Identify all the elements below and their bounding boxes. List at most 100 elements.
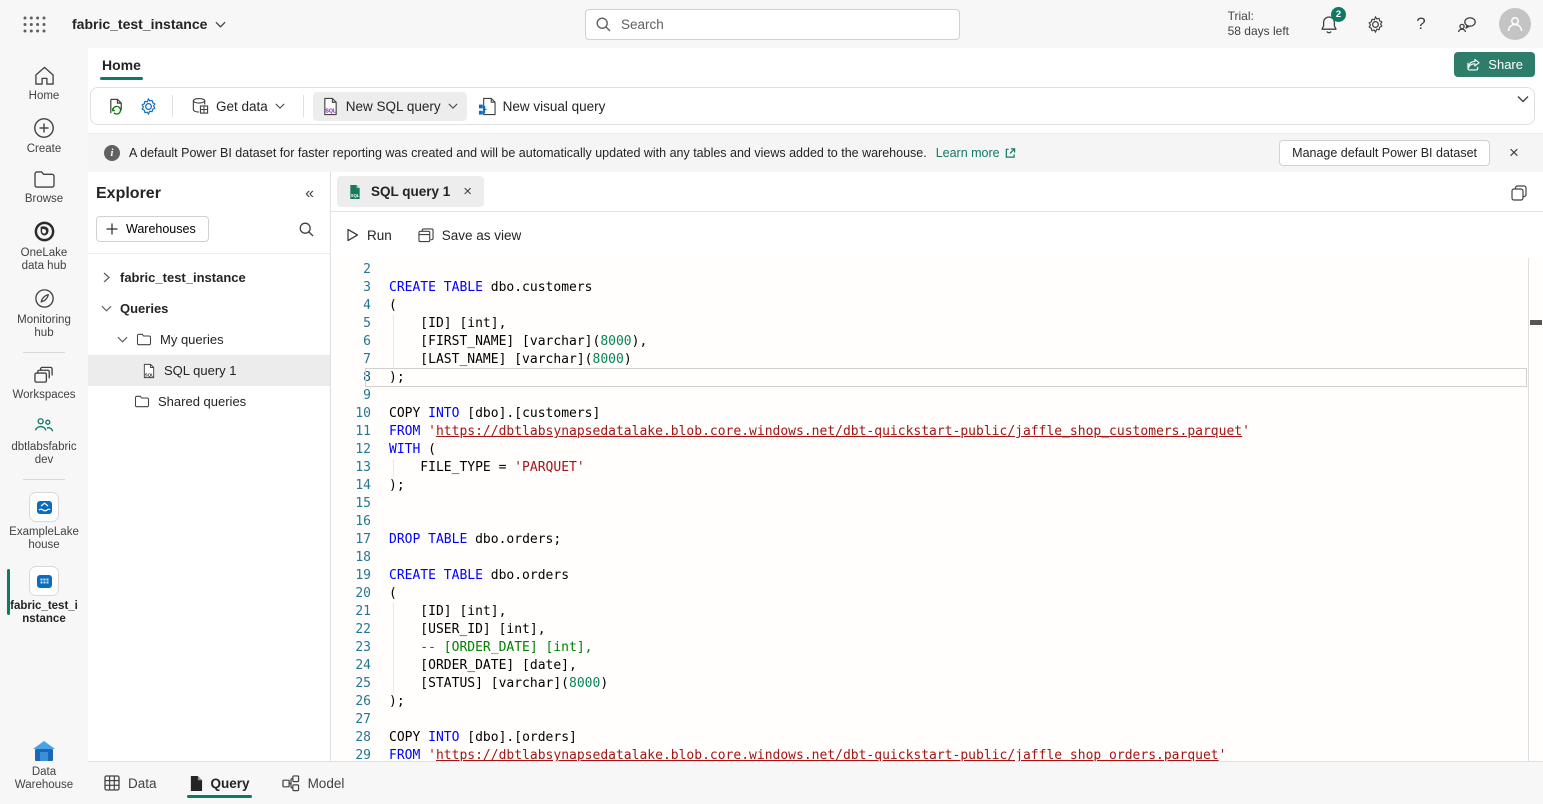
tree-item-warehouse-root[interactable]: fabric_test_instance	[88, 262, 330, 293]
search-input[interactable]	[619, 16, 949, 33]
code-line[interactable]: 15	[331, 495, 1543, 513]
code-line[interactable]: 26);	[331, 693, 1543, 711]
code-line[interactable]: 5 [ID] [int],	[331, 315, 1543, 333]
workspace-area: Explorer « Warehouses fabric_test_in	[88, 172, 1543, 762]
sql-code-editor[interactable]: 23CREATE TABLE dbo.customers4(5 [ID] [in…	[331, 258, 1543, 761]
scrollbar-thumb[interactable]	[1530, 320, 1542, 325]
query-tab-bar: SQL SQL query 1 ×	[331, 172, 1543, 212]
plus-icon	[106, 223, 118, 235]
nav-item-fabric-test-instance[interactable]: fabric_test_instance	[0, 559, 88, 633]
code-line[interactable]: 8);	[331, 369, 1543, 387]
share-button[interactable]: Share	[1454, 52, 1535, 77]
code-line[interactable]: 28COPY INTO [dbo].[orders]	[331, 729, 1543, 747]
nav-data-warehouse[interactable]: Data Warehouse	[0, 733, 88, 804]
global-search[interactable]	[585, 9, 960, 40]
notifications-button[interactable]: 2	[1309, 4, 1349, 44]
ribbon-collapse-chevron[interactable]	[1517, 95, 1529, 103]
view-tab-query[interactable]: Query	[187, 762, 252, 804]
rail-divider	[23, 352, 65, 353]
get-data-button[interactable]: Get data	[182, 92, 294, 120]
code-line[interactable]: 11FROM 'https://dbtlabsynapsedatalake.bl…	[331, 423, 1543, 441]
code-line[interactable]: 2	[331, 261, 1543, 279]
code-line[interactable]: 22 [USER_ID] [int],	[331, 621, 1543, 639]
nav-create[interactable]: Create	[0, 110, 88, 163]
code-line[interactable]: 16	[331, 513, 1543, 531]
view-tab-data[interactable]: Data	[102, 762, 159, 804]
code-line[interactable]: 4(	[331, 297, 1543, 315]
code-line[interactable]: 24 [ORDER_DATE] [date],	[331, 657, 1543, 675]
code-line[interactable]: 25 [STATUS] [varchar](8000)	[331, 675, 1543, 693]
nav-workspace-dbtlabsfabricdev[interactable]: dbtlabsfabricdev	[0, 409, 88, 474]
explorer-panel: Explorer « Warehouses fabric_test_in	[88, 172, 331, 761]
tree-item-shared-queries[interactable]: Shared queries	[88, 386, 330, 417]
query-tab-sql-query-1[interactable]: SQL SQL query 1 ×	[337, 176, 484, 207]
explorer-title: Explorer	[96, 185, 161, 203]
new-sql-query-button[interactable]: SQL New SQL query	[313, 92, 467, 121]
line-number: 2	[331, 261, 371, 279]
new-visual-query-button[interactable]: New visual query	[469, 92, 615, 121]
manage-default-dataset-button[interactable]: Manage default Power BI dataset	[1279, 140, 1490, 166]
editor-scrollbar[interactable]	[1528, 258, 1543, 761]
code-line[interactable]: 19CREATE TABLE dbo.orders	[331, 567, 1543, 585]
code-line[interactable]: 20(	[331, 585, 1543, 603]
line-number: 8	[331, 369, 371, 387]
folder-icon	[134, 395, 150, 408]
refresh-dataset-button[interactable]	[101, 92, 131, 120]
line-number: 12	[331, 441, 371, 459]
nav-workspaces[interactable]: Workspaces	[0, 358, 88, 409]
code-line[interactable]: 14);	[331, 477, 1543, 495]
play-icon	[346, 228, 359, 242]
banner-close-icon[interactable]: ×	[1499, 138, 1529, 168]
warehouse-settings-button[interactable]	[133, 92, 163, 120]
nav-monitoring-hub[interactable]: Monitoring hub	[0, 280, 88, 347]
settings-button[interactable]	[1355, 4, 1395, 44]
collapse-panel-icon[interactable]: «	[299, 185, 320, 203]
compass-icon	[33, 287, 56, 310]
close-tab-icon[interactable]: ×	[459, 181, 476, 202]
warehouse-tile	[29, 566, 59, 596]
nav-item-examplelakehouse[interactable]: ExampleLakehouse	[0, 485, 88, 559]
view-tab-model[interactable]: Model	[280, 762, 347, 804]
line-number: 6	[331, 333, 371, 351]
notification-badge: 2	[1331, 7, 1346, 22]
code-line[interactable]: 23 -- [ORDER_DATE] [int],	[331, 639, 1543, 657]
search-icon	[596, 17, 611, 32]
add-warehouses-button[interactable]: Warehouses	[96, 216, 209, 242]
feedback-button[interactable]	[1447, 4, 1487, 44]
code-line[interactable]: 13 FILE_TYPE = 'PARQUET'	[331, 459, 1543, 477]
code-line[interactable]: 3CREATE TABLE dbo.customers	[331, 279, 1543, 297]
code-line[interactable]: 29FROM 'https://dbtlabsynapsedatalake.bl…	[331, 747, 1543, 761]
copy-icon[interactable]	[1505, 180, 1533, 206]
nav-onelake-data-hub[interactable]: OneLake data hub	[0, 213, 88, 280]
code-line[interactable]: 17DROP TABLE dbo.orders;	[331, 531, 1543, 549]
tree-item-my-queries[interactable]: My queries	[88, 324, 330, 355]
account-avatar[interactable]	[1499, 8, 1531, 40]
code-line[interactable]: 6 [FIRST_NAME] [varchar](8000),	[331, 333, 1543, 351]
svg-text:SQL: SQL	[351, 193, 360, 198]
nav-home[interactable]: Home	[0, 58, 88, 110]
help-button[interactable]: ?	[1401, 4, 1441, 44]
code-line[interactable]: 12WITH (	[331, 441, 1543, 459]
rail-divider	[23, 479, 65, 480]
code-line[interactable]: 9	[331, 387, 1543, 405]
workspace-switcher[interactable]: fabric_test_instance	[72, 16, 226, 32]
save-as-view-button[interactable]: Save as view	[418, 228, 522, 243]
chevron-down-icon	[215, 21, 226, 28]
external-link-icon	[1004, 147, 1016, 159]
code-line[interactable]: 7 [LAST_NAME] [varchar](8000)	[331, 351, 1543, 369]
run-button[interactable]: Run	[346, 228, 392, 243]
onelake-icon	[33, 220, 56, 243]
learn-more-link[interactable]: Learn more	[936, 146, 1016, 160]
code-line[interactable]: 18	[331, 549, 1543, 567]
code-line[interactable]: 27	[331, 711, 1543, 729]
nav-browse[interactable]: Browse	[0, 163, 88, 213]
tree-item-queries[interactable]: Queries	[88, 293, 330, 324]
tab-home[interactable]: Home	[98, 48, 145, 81]
explorer-search-icon[interactable]	[292, 215, 320, 243]
app-launcher-icon[interactable]	[14, 8, 54, 40]
code-line[interactable]: 21 [ID] [int],	[331, 603, 1543, 621]
code-line[interactable]: 10COPY INTO [dbo].[customers]	[331, 405, 1543, 423]
svg-text:SQL: SQL	[145, 372, 155, 377]
tree-item-sql-query-1[interactable]: SQL SQL query 1	[88, 355, 330, 386]
lakehouse-tile	[29, 492, 59, 522]
